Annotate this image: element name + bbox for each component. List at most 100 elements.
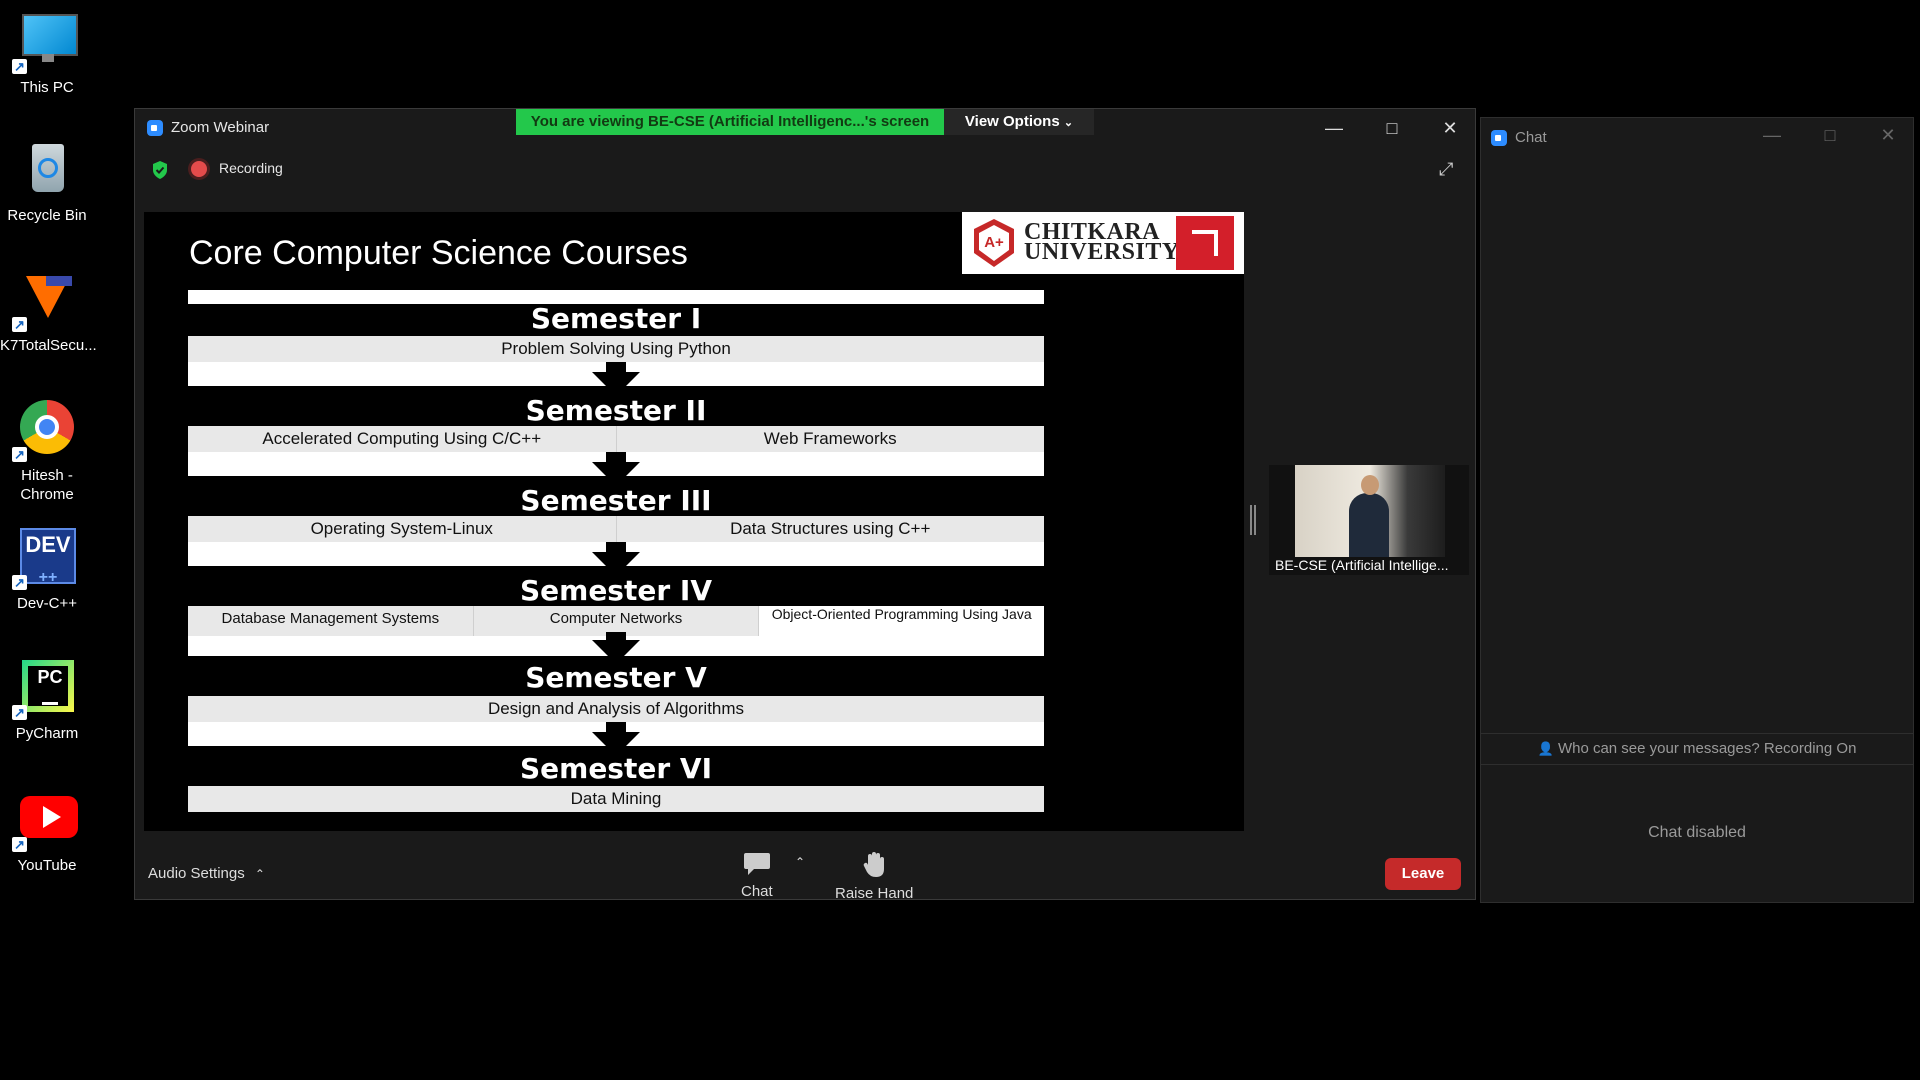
view-options-label: View Options	[964, 113, 1060, 130]
expand-icon[interactable]: ⤢	[1439, 159, 1459, 179]
meeting-toolbar: Audio Settings ⌃ Chat ⌃ Raise Hand Leave	[135, 837, 1475, 902]
close-button[interactable]: ✕	[1427, 113, 1473, 143]
course-cell: Web Frameworks	[763, 429, 897, 448]
course-cell: Accelerated Computing Using C/C++	[188, 426, 617, 452]
desktop-icon-pycharm[interactable]: PC ↗ PyCharm	[0, 658, 94, 743]
course-row: Problem Solving Using Python	[188, 336, 1044, 362]
audio-settings-label: Audio Settings	[148, 865, 245, 882]
chat-close-button[interactable]: ✕	[1865, 120, 1911, 150]
desktop-icon-recycle-bin[interactable]: Recycle Bin	[0, 140, 94, 225]
course-cell: Design and Analysis of Algorithms	[487, 699, 745, 718]
zoom-webinar-window: Zoom Webinar You are viewing BE-CSE (Art…	[134, 108, 1476, 902]
desktop-icon-label: Hitesh - Chrome	[20, 467, 74, 503]
zoom-logo-icon	[1491, 130, 1507, 146]
window-title: Zoom Webinar	[171, 119, 270, 136]
chat-label: Chat	[741, 883, 773, 900]
raise-hand-button[interactable]: Raise Hand	[835, 851, 913, 902]
meeting-status-row: Recording ⤢	[135, 147, 1475, 193]
semester-heading: Semester IV	[519, 574, 712, 607]
chat-window-title: Chat	[1515, 129, 1547, 146]
desktop-icon-youtube[interactable]: ↗ YouTube	[0, 790, 94, 875]
svg-text:A+: A+	[984, 234, 1004, 251]
slide-title: Core Computer Science Courses	[189, 234, 688, 272]
arrow-stem	[606, 632, 626, 640]
viewing-screen-banner: You are viewing BE-CSE (Artificial Intel…	[516, 109, 944, 135]
view-options-button[interactable]: View Options ⌄	[944, 109, 1094, 135]
arrow-stem	[606, 542, 626, 552]
chat-button[interactable]: Chat	[741, 851, 773, 900]
course-row: Accelerated Computing Using C/C++ Web Fr…	[188, 426, 1044, 452]
monitor-icon: ↗	[12, 12, 78, 74]
semester-heading: Semester I	[530, 302, 702, 335]
person-icon: 👤	[1537, 741, 1554, 756]
audio-settings-button[interactable]: Audio Settings ⌃	[148, 865, 265, 882]
chat-minimize-button[interactable]: —	[1749, 120, 1795, 150]
university-logo: A+ CHITKARA UNIVERSITY	[962, 212, 1244, 274]
down-arrow-icon	[592, 552, 640, 576]
desktop-icon-chrome[interactable]: ↗ Hitesh - Chrome	[0, 400, 94, 504]
course-cell: Problem Solving Using Python	[501, 339, 731, 358]
desktop-icon-label: Recycle Bin	[7, 207, 87, 224]
semester-heading: Semester II	[525, 394, 707, 427]
chrome-icon: ↗	[12, 400, 76, 462]
participant-video-tile[interactable]: BE-CSE (Artificial Intellige...	[1269, 465, 1469, 575]
desktop-icon-k7totalsecurity[interactable]: ↗ K7TotalSecu...	[0, 270, 97, 355]
shared-screen-slide: Core Computer Science Courses A+ CHITKAR…	[144, 212, 1244, 831]
chat-bubble-icon	[741, 851, 773, 883]
recording-label: Recording	[219, 160, 283, 176]
course-row: Design and Analysis of Algorithms	[188, 696, 1044, 722]
raise-hand-label: Raise Hand	[835, 885, 914, 902]
shortcut-arrow-icon: ↗	[12, 447, 27, 462]
arrow-stem	[606, 362, 626, 372]
university-emblem-icon	[1176, 216, 1234, 270]
course-cell: Database Management Systems	[188, 606, 474, 636]
chat-visibility-notice[interactable]: 👤 Who can see your messages? Recording O…	[1481, 733, 1913, 765]
resize-handle[interactable]	[1250, 505, 1256, 535]
shortcut-arrow-icon: ↗	[12, 705, 27, 720]
maximize-button[interactable]: □	[1369, 113, 1415, 143]
shortcut-arrow-icon: ↗	[12, 59, 27, 74]
desktop-icon-label: This PC	[20, 79, 74, 96]
desktop-icon-label: K7TotalSecu...	[0, 337, 97, 354]
dev-cpp-icon: DEV ++ ↗	[12, 528, 76, 590]
minimize-button[interactable]: —	[1311, 113, 1357, 143]
down-arrow-icon	[592, 462, 640, 486]
shield-icon[interactable]	[151, 160, 169, 180]
desktop-icon-dev-cpp[interactable]: DEV ++ ↗ Dev-C++	[0, 528, 94, 613]
chat-notice-text: Who can see your messages? Recording On	[1557, 740, 1857, 757]
zoom-logo-icon	[147, 120, 163, 136]
recording-icon	[191, 161, 207, 177]
course-row: Data Mining	[188, 786, 1044, 812]
desktop-icon-label: YouTube	[17, 857, 77, 874]
desktop-icon-label: PyCharm	[15, 725, 79, 742]
arrow-stem	[606, 452, 626, 462]
shortcut-arrow-icon: ↗	[12, 837, 27, 852]
pycharm-icon: PC ↗	[12, 658, 76, 720]
k7-security-icon: ↗	[12, 270, 76, 332]
shortcut-arrow-icon: ↗	[12, 317, 27, 332]
semester-heading: Semester V	[525, 661, 707, 694]
desktop-icon-this-pc[interactable]: ↗ This PC	[0, 12, 94, 97]
course-cell: Object-Oriented Programming Using Java	[759, 606, 1045, 636]
recycle-bin-icon	[18, 140, 76, 198]
title-bar[interactable]: Zoom Webinar You are viewing BE-CSE (Art…	[135, 109, 1475, 147]
chat-options-caret[interactable]: ⌃	[795, 855, 805, 869]
arrow-stem	[606, 722, 626, 732]
chat-disabled-text: Chat disabled	[1648, 824, 1746, 841]
course-row: Operating System-Linux Data Structures u…	[188, 516, 1044, 542]
down-arrow-icon	[592, 372, 640, 396]
shortcut-arrow-icon: ↗	[12, 575, 27, 590]
semester-heading: Semester III	[520, 484, 712, 517]
person-figure	[1349, 475, 1389, 557]
hand-icon	[835, 851, 913, 885]
chat-maximize-button[interactable]: □	[1807, 120, 1853, 150]
semester-heading: Semester VI	[519, 752, 712, 785]
chevron-up-icon: ⌃	[254, 867, 265, 881]
course-cell: Data Mining	[570, 789, 662, 808]
participant-video	[1295, 465, 1445, 557]
logo-text: CHITKARA UNIVERSITY	[1024, 220, 1180, 264]
course-cell: Operating System-Linux	[188, 516, 617, 542]
participant-name: BE-CSE (Artificial Intellige...	[1275, 557, 1449, 573]
leave-button[interactable]: Leave	[1385, 858, 1461, 890]
course-cell: Data Structures using C++	[730, 519, 931, 538]
